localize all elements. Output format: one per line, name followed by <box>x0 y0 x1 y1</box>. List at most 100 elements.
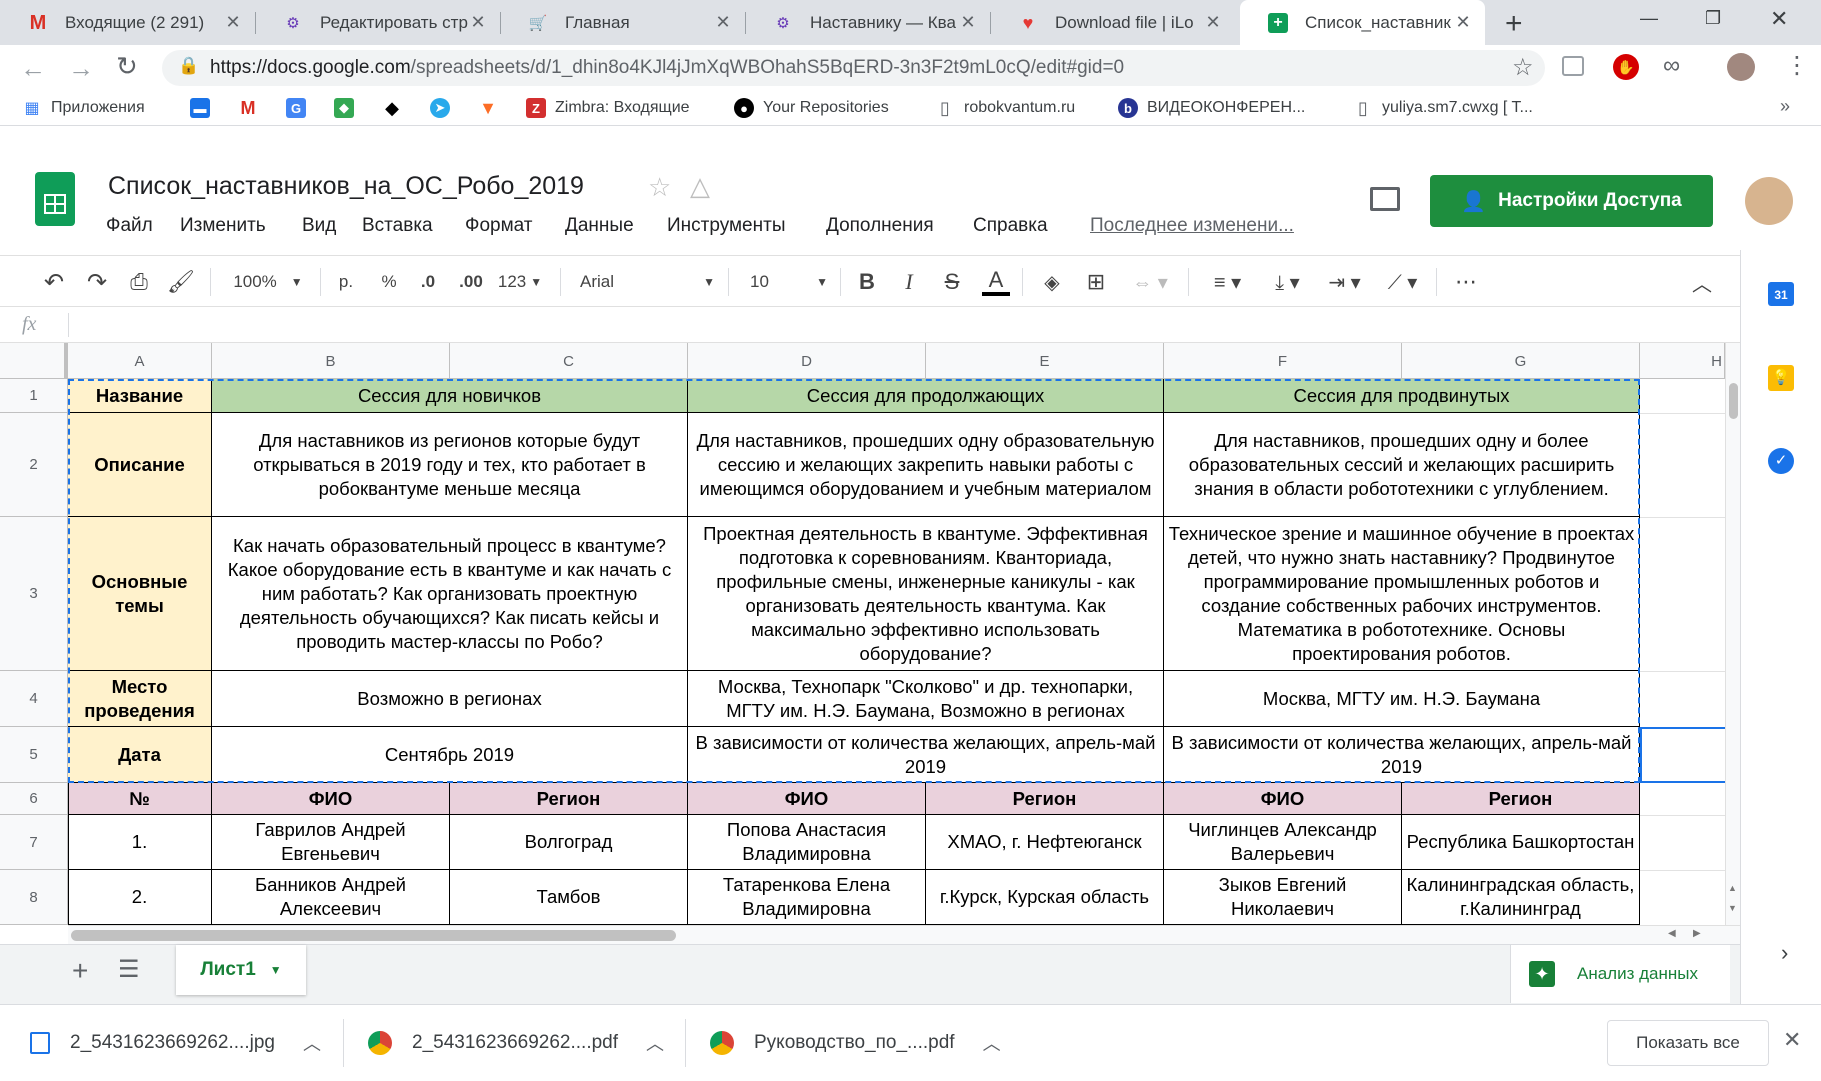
browser-tab-active[interactable]: + Список_наставник ✕ <box>1240 0 1485 45</box>
cell-header-fio[interactable]: ФИО <box>688 783 926 815</box>
omnibox[interactable]: 🔒 https://docs.google.com/spreadsheets/d… <box>162 50 1545 86</box>
menu-tools[interactable]: Инструменты <box>667 215 785 237</box>
horizontal-scroll-thumb[interactable] <box>71 930 676 941</box>
bookmark-chat[interactable]: ▬ <box>190 96 219 120</box>
new-tab-icon[interactable]: + <box>1505 7 1523 41</box>
menu-addons[interactable]: Дополнения <box>826 215 934 237</box>
close-icon[interactable]: ✕ <box>1203 12 1223 32</box>
more-icon[interactable]: ⋯ <box>1452 268 1480 296</box>
menu-insert[interactable]: Вставка <box>362 215 433 237</box>
collapse-menu-icon[interactable]: ︿ <box>1688 268 1716 296</box>
format-percent-button[interactable]: % <box>378 268 400 296</box>
last-edit-link[interactable]: Последнее изменени... <box>1090 215 1294 237</box>
cell-fio[interactable]: Гаврилов Андрей Евгеньевич <box>212 815 450 870</box>
zoom-select[interactable]: 100% ▼ <box>228 268 308 296</box>
forward-icon[interactable]: → <box>68 53 94 84</box>
cell-fio[interactable]: Попова Анастасия Владимировна <box>688 815 926 870</box>
column-header[interactable]: G <box>1402 343 1640 379</box>
text-wrap-icon[interactable]: ⇥ ▾ <box>1322 268 1367 296</box>
cell-region[interactable]: Тамбов <box>450 870 688 925</box>
chevron-up-icon[interactable]: ︿ <box>646 1030 664 1056</box>
cell-header-region[interactable]: Регион <box>450 783 688 815</box>
cell-region[interactable]: Волгоград <box>450 815 688 870</box>
expand-panel-icon[interactable]: › <box>1781 940 1788 966</box>
italic-icon[interactable]: I <box>897 268 921 296</box>
column-header[interactable]: C <box>450 343 688 379</box>
back-icon[interactable]: ← <box>20 53 46 84</box>
cell-date-beginners[interactable]: Сентябрь 2019 <box>212 727 688 783</box>
cell-label-topics[interactable]: Основные темы <box>68 517 212 671</box>
cell-header-fio[interactable]: ФИО <box>212 783 450 815</box>
more-formats-select[interactable]: 123 ▼ <box>495 268 545 296</box>
row-header[interactable]: 3 <box>0 517 68 671</box>
cell-fio[interactable]: Татаренкова Елена Владимировна <box>688 870 926 925</box>
chevron-up-icon[interactable]: ︿ <box>983 1030 1001 1056</box>
minimize-icon[interactable]: — <box>1640 8 1658 29</box>
formula-input[interactable] <box>75 309 1725 341</box>
calendar-icon[interactable]: 31 <box>1768 282 1794 306</box>
sheet-tab-active[interactable]: Лист1 ▼ <box>176 945 306 995</box>
star-icon[interactable]: ☆ <box>648 172 671 203</box>
move-to-drive-icon[interactable]: △ <box>690 171 710 202</box>
column-header[interactable]: A <box>68 343 212 379</box>
cell-region[interactable]: Калининградская область, г.Калининград <box>1402 870 1640 925</box>
merge-cells-icon[interactable]: ⇔ ▾ <box>1125 268 1175 296</box>
column-header[interactable]: B <box>212 343 450 379</box>
cell-header-number[interactable]: № <box>68 783 212 815</box>
scroll-right-icon[interactable]: ▶ <box>1693 928 1701 939</box>
cell-header-region[interactable]: Регион <box>1402 783 1640 815</box>
document-title[interactable]: Список_наставников_на_ОС_Робо_2019 <box>108 172 584 201</box>
cell-header-fio[interactable]: ФИО <box>1164 783 1402 815</box>
row-header[interactable]: 1 <box>0 379 68 413</box>
close-icon[interactable]: ✕ <box>958 12 978 32</box>
menu-view[interactable]: Вид <box>302 215 336 237</box>
bookmark-yuliya[interactable]: ▯ yuliya.sm7.cwxg [ T... <box>1353 96 1533 120</box>
redo-icon[interactable]: ↷ <box>83 268 111 296</box>
tasks-icon[interactable]: ✓ <box>1768 448 1794 474</box>
font-size-select[interactable]: 10 ▼ <box>750 268 828 296</box>
share-button[interactable]: 👤 Настройки Доступа <box>1430 175 1713 227</box>
bold-icon[interactable]: B <box>855 268 879 296</box>
keep-icon[interactable]: 💡 <box>1768 365 1794 391</box>
chrome-menu-icon[interactable]: ⋮ <box>1785 51 1809 80</box>
cell-region[interactable]: Республика Башкортостан <box>1402 815 1640 870</box>
bookmark-ttt[interactable]: ◆ <box>382 96 411 120</box>
column-header[interactable]: H <box>1640 343 1725 379</box>
cell-location-intermediate[interactable]: Москва, Технопарк "Сколково" и др. техно… <box>688 671 1164 727</box>
menu-help[interactable]: Справка <box>973 215 1048 237</box>
bookmark-translate[interactable]: G <box>286 96 315 120</box>
download-item[interactable]: 2_5431623669262....jpg ︿ <box>30 1005 330 1081</box>
cell-fio[interactable]: Банников Андрей Алексеевич <box>212 870 450 925</box>
scroll-left-icon[interactable]: ◀ <box>1668 928 1676 939</box>
paint-format-icon[interactable]: 🖌 <box>167 268 195 296</box>
cell-date-advanced[interactable]: В зависимости от количества желающих, ап… <box>1164 727 1640 783</box>
bookmark-maps[interactable]: ◆ <box>334 96 363 120</box>
cell-number[interactable]: 2. <box>68 870 212 925</box>
cell-session-intermediate[interactable]: Сессия для продолжающих <box>688 379 1164 413</box>
chevron-up-icon[interactable]: ︿ <box>303 1030 321 1056</box>
menu-edit[interactable]: Изменить <box>180 215 266 237</box>
close-icon[interactable]: ✕ <box>1453 12 1473 32</box>
lock-icon[interactable]: 🔒 <box>178 56 199 76</box>
row-header[interactable]: 6 <box>0 783 68 815</box>
cell-topics-beginners[interactable]: Как начать образовательный процесс в ква… <box>212 517 688 671</box>
infinity-icon[interactable]: ∞ <box>1663 52 1680 80</box>
cell-location-beginners[interactable]: Возможно в регионах <box>212 671 688 727</box>
cell-region[interactable]: г.Курск, Курская область <box>926 870 1164 925</box>
bookmark-videoconf[interactable]: b ВИДЕОКОНФЕРЕН... <box>1118 96 1305 120</box>
bookmark-gmail[interactable]: M <box>238 96 267 120</box>
menu-file[interactable]: Файл <box>106 215 153 237</box>
adblock-icon[interactable]: ✋ <box>1613 54 1639 80</box>
row-header[interactable]: 8 <box>0 870 68 925</box>
format-currency-button[interactable]: р. <box>335 268 357 296</box>
cell-label-name[interactable]: Название <box>68 379 212 413</box>
cell-label-description[interactable]: Описание <box>68 413 212 517</box>
scroll-down-icon[interactable]: ▼ <box>1728 903 1737 913</box>
cell-fio[interactable]: Зыков Евгений Николаевич <box>1164 870 1402 925</box>
text-color-icon[interactable]: A <box>982 267 1010 296</box>
restore-icon[interactable]: ❐ <box>1705 8 1721 29</box>
row-header[interactable]: 2 <box>0 413 68 517</box>
comments-icon[interactable] <box>1370 187 1400 211</box>
cell-region[interactable]: ХМАО, г. Нефтеюганск <box>926 815 1164 870</box>
borders-icon[interactable]: ⊞ <box>1082 268 1110 296</box>
